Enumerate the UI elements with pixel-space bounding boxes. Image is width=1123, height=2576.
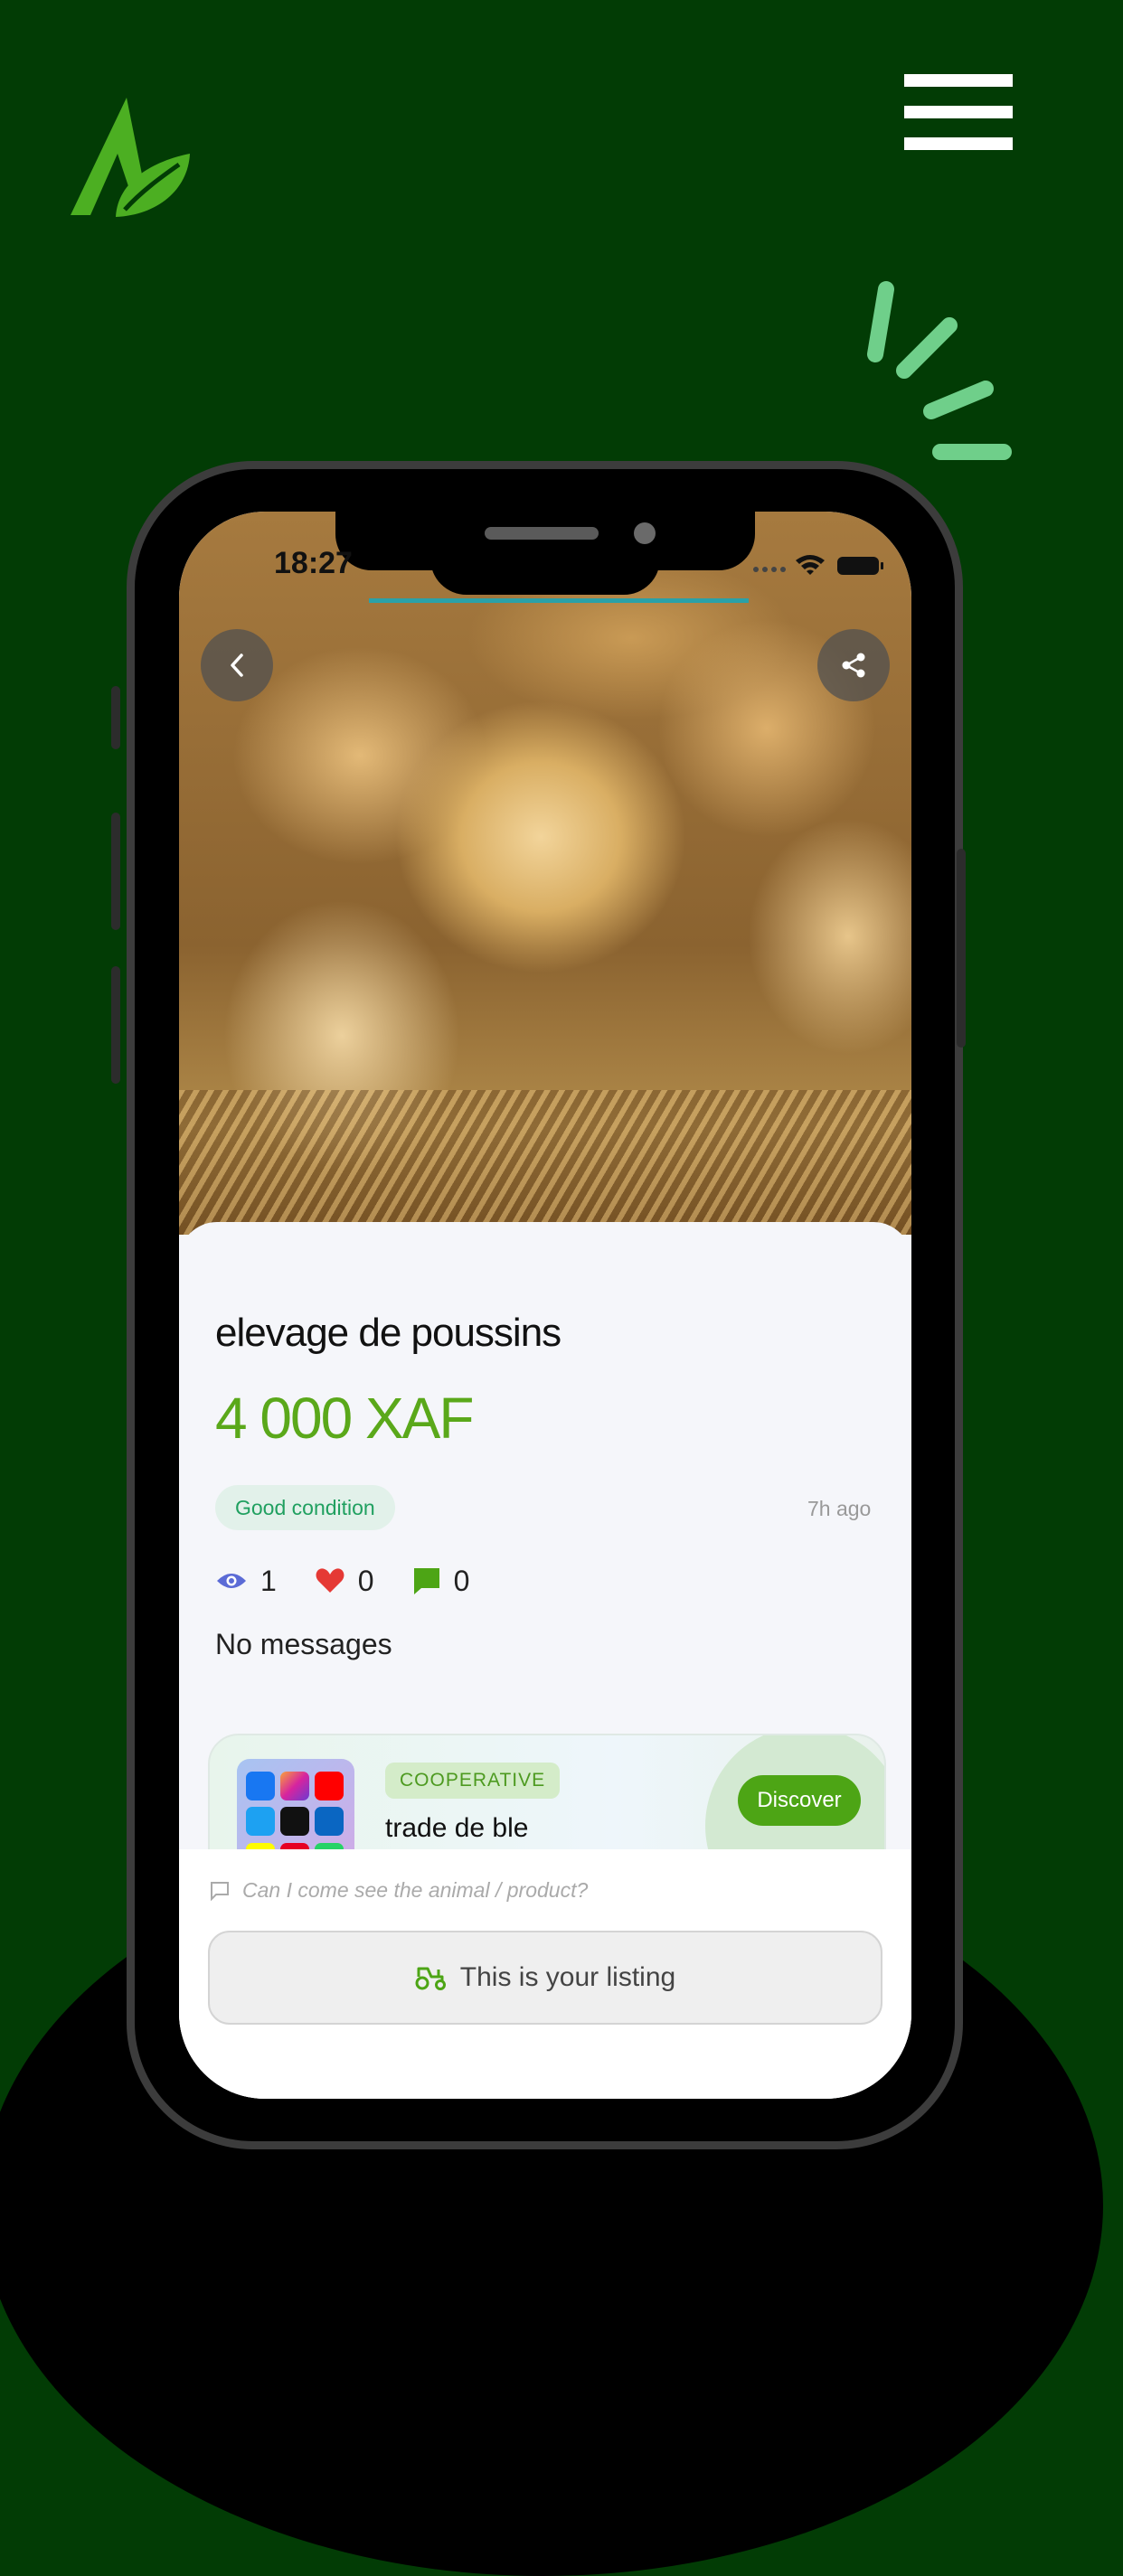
likes-stat: 0 — [315, 1565, 374, 1598]
your-listing-label: This is your listing — [459, 1962, 676, 1992]
back-button[interactable] — [201, 629, 273, 701]
comment-outline-icon — [211, 1881, 229, 1901]
discover-button[interactable]: Discover — [738, 1775, 861, 1826]
story-progress-bar — [369, 598, 749, 603]
leaf-logo-icon — [71, 98, 190, 217]
condition-badge: Good condition — [215, 1485, 395, 1530]
battery-icon — [837, 557, 879, 575]
volume-down-button — [111, 966, 120, 1084]
suggested-question[interactable]: Can I come see the animal / product? — [210, 1878, 588, 1903]
listing-stats: 1 0 0 — [215, 1563, 507, 1599]
suggested-question-text: Can I come see the animal / product? — [242, 1878, 589, 1902]
chat-bubble-icon — [413, 1568, 439, 1594]
volume-up-button — [111, 813, 120, 930]
share-button[interactable] — [817, 629, 890, 701]
tractor-icon — [415, 1967, 446, 1990]
listing-photo — [179, 512, 911, 1235]
sparkle-decoration-icon — [867, 281, 1012, 460]
views-stat: 1 — [215, 1565, 277, 1598]
youtube-icon — [315, 1772, 344, 1800]
likes-count: 0 — [357, 1564, 374, 1597]
views-count: 1 — [260, 1564, 277, 1597]
power-button — [957, 849, 966, 1048]
tiktok-icon — [280, 1807, 309, 1837]
hamburger-menu-button[interactable] — [904, 74, 1013, 150]
notch-bottom — [430, 539, 660, 595]
share-icon — [842, 653, 865, 678]
eye-icon — [217, 1574, 246, 1588]
menu-bar — [904, 74, 1013, 87]
facebook-icon — [246, 1772, 275, 1800]
chevron-left-icon — [231, 653, 243, 677]
your-listing-button[interactable]: This is your listing — [208, 1931, 882, 2025]
linkedin-icon — [315, 1807, 344, 1837]
speaker — [485, 527, 599, 540]
cooperative-name: trade de ble — [385, 1813, 529, 1843]
phone-screen: 18:27 elevage de poussins 4 000 XAF Good… — [179, 512, 911, 2099]
wifi-icon — [796, 555, 825, 575]
comments-count: 0 — [453, 1564, 470, 1597]
menu-bar — [904, 106, 1013, 118]
status-icons — [753, 555, 883, 575]
cooperative-tag: COOPERATIVE — [385, 1763, 561, 1799]
listing-price: 4 000 XAF — [215, 1386, 474, 1451]
menu-bar — [904, 137, 1013, 150]
twitter-icon — [246, 1807, 275, 1837]
comments-stat: 0 — [412, 1564, 470, 1598]
status-time: 18:27 — [274, 546, 353, 580]
straw-texture — [179, 1090, 911, 1235]
mute-switch — [111, 686, 120, 749]
front-camera — [634, 522, 656, 544]
listing-title: elevage de poussins — [215, 1311, 562, 1355]
instagram-icon — [280, 1772, 309, 1800]
heart-icon — [316, 1568, 344, 1593]
posted-time: 7h ago — [807, 1497, 872, 1520]
messages-status: No messages — [215, 1628, 392, 1660]
